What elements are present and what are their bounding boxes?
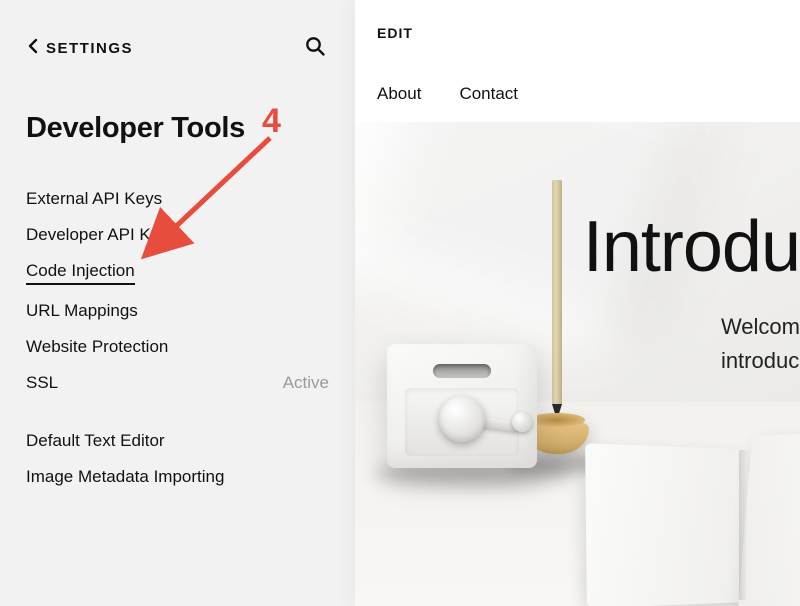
divider-gap [26, 401, 329, 423]
hero-section: Introdu Welcom introduc [355, 122, 800, 606]
hero-title: Introdu [583, 206, 800, 288]
search-icon [304, 35, 326, 62]
sidebar-item-label: URL Mappings [26, 301, 138, 321]
hero-sub-line: introduc [721, 348, 799, 373]
sidebar-header: SETTINGS [26, 34, 329, 62]
sidebar-item-url-mappings[interactable]: URL Mappings [26, 293, 329, 329]
sidebar-item-developer-api-keys[interactable]: Developer API Keys [26, 217, 329, 253]
sidebar-item-code-injection[interactable]: Code Injection [26, 253, 329, 293]
sidebar-item-label: Developer API Keys [26, 225, 177, 245]
sidebar-item-label: Image Metadata Importing [26, 467, 224, 487]
settings-list-primary: External API Keys Developer API Keys Cod… [26, 181, 329, 401]
nav-link-contact[interactable]: Contact [459, 84, 518, 104]
sidebar-item-label: Website Protection [26, 337, 168, 357]
sidebar-item-label: Code Injection [26, 261, 135, 285]
sidebar-item-default-text-editor[interactable]: Default Text Editor [26, 423, 329, 459]
hero-crank-hub [439, 396, 485, 442]
hero-crank-knob [512, 412, 532, 432]
hero-sub-line: Welcom [721, 314, 800, 339]
sidebar-item-website-protection[interactable]: Website Protection [26, 329, 329, 365]
sidebar-item-label: Default Text Editor [26, 431, 165, 451]
sidebar-item-label: SSL [26, 373, 58, 393]
page-title: Developer Tools [26, 112, 329, 145]
search-button[interactable] [301, 34, 329, 62]
sidebar-item-ssl[interactable]: SSL Active [26, 365, 329, 401]
preview-topbar: EDIT [355, 0, 800, 66]
sidebar-item-external-api-keys[interactable]: External API Keys [26, 181, 329, 217]
hero-subtitle: Welcom introduc [721, 310, 800, 378]
hero-notebook-illustration [587, 428, 800, 606]
sidebar-item-image-metadata-importing[interactable]: Image Metadata Importing [26, 459, 329, 495]
site-nav: About Contact [355, 66, 800, 122]
site-preview: EDIT About Contact Introdu Welcom introd… [355, 0, 800, 606]
chevron-left-icon [26, 38, 40, 59]
annotation-step-number: 4 [262, 102, 281, 141]
back-label: SETTINGS [46, 40, 133, 57]
sidebar-item-status: Active [283, 373, 329, 393]
nav-link-about[interactable]: About [377, 84, 421, 104]
settings-list-secondary: Default Text Editor Image Metadata Impor… [26, 423, 329, 495]
sidebar-item-label: External API Keys [26, 189, 162, 209]
edit-button[interactable]: EDIT [377, 25, 413, 41]
back-button[interactable]: SETTINGS [26, 38, 133, 59]
hero-pencil-illustration [552, 180, 562, 438]
settings-sidebar: SETTINGS Developer Tools External API Ke… [0, 0, 355, 606]
